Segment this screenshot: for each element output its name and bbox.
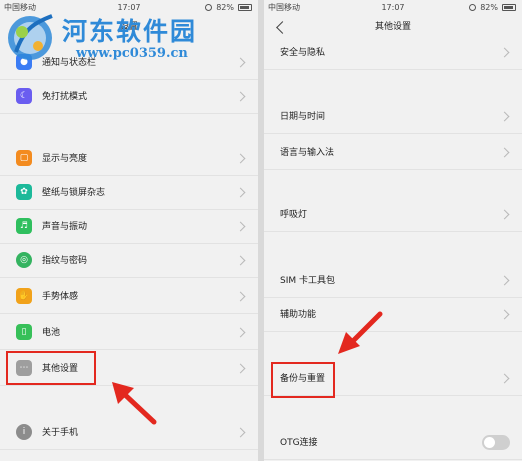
hand-icon: ✋	[16, 288, 32, 304]
chevron-right-icon	[235, 327, 246, 338]
settings-item-display[interactable]: ▢ 显示与亮度	[0, 142, 258, 176]
otg-toggle[interactable]	[482, 435, 510, 450]
settings-item-label: 关于手机	[42, 428, 79, 438]
chevron-right-icon	[499, 309, 510, 320]
settings-item-label: 日期与时间	[280, 112, 326, 122]
settings-item-label: 显示与亮度	[42, 154, 88, 164]
chevron-right-icon	[235, 153, 246, 164]
settings-item-label: 辅助功能	[280, 310, 317, 320]
chevron-right-icon	[235, 255, 246, 266]
chevron-right-icon	[499, 373, 510, 384]
chevron-right-icon	[235, 57, 246, 68]
watermark-url: www.pc0359.cn	[76, 46, 188, 61]
alarm-icon	[469, 4, 477, 11]
arrow-pointer-icon	[112, 382, 157, 425]
settings-item-gestures[interactable]: ✋ 手势体感	[0, 280, 258, 314]
settings-item-otg[interactable]: OTG连接	[264, 426, 522, 460]
battery-percent: 82%	[216, 3, 234, 12]
battery-percent: 82%	[480, 3, 498, 12]
settings-item-breathing-light[interactable]: 呼吸灯	[264, 198, 522, 232]
moon-icon: ☾	[16, 88, 32, 104]
settings-item-label: 呼吸灯	[280, 210, 308, 220]
chevron-right-icon	[235, 291, 246, 302]
fingerprint-icon: ◎	[16, 252, 32, 268]
battery-icon	[502, 4, 516, 11]
speaker-icon: ♬	[16, 218, 32, 234]
settings-item-label: 手势体感	[42, 292, 79, 302]
watermark-title: 河东软件园	[62, 17, 198, 46]
battery-icon	[238, 4, 252, 11]
settings-item-security-privacy[interactable]: 安全与隐私	[264, 36, 522, 70]
settings-item-label: 指纹与密码	[42, 256, 88, 266]
info-icon: i	[16, 424, 32, 440]
settings-item-label: OTG连接	[280, 438, 318, 448]
settings-item-fingerprint[interactable]: ◎ 指纹与密码	[0, 244, 258, 278]
settings-item-label: 声音与振动	[42, 222, 88, 232]
settings-item-label: 电池	[42, 328, 61, 338]
settings-item-date-time[interactable]: 日期与时间	[264, 100, 522, 134]
chevron-right-icon	[235, 187, 246, 198]
flower-icon: ✿	[16, 184, 32, 200]
chevron-right-icon	[235, 363, 246, 374]
watermark: 河东软件园 www.pc0359.cn	[2, 4, 217, 70]
chevron-right-icon	[499, 147, 510, 158]
display-icon: ▢	[16, 150, 32, 166]
settings-item-sim-toolkit[interactable]: SIM 卡工具包	[264, 264, 522, 298]
status-bar: 中国移动 17:07 82%	[264, 0, 522, 15]
settings-item-sound[interactable]: ♬ 声音与振动	[0, 210, 258, 244]
settings-item-label: 语言与输入法	[280, 148, 335, 158]
settings-item-label: 壁纸与锁屏杂志	[42, 188, 106, 198]
chevron-right-icon	[499, 111, 510, 122]
chevron-right-icon	[235, 427, 246, 438]
settings-item-label: 安全与隐私	[280, 48, 326, 58]
settings-item-accessibility[interactable]: 辅助功能	[264, 298, 522, 332]
highlight-box-backup-reset	[271, 362, 335, 398]
settings-item-do-not-disturb[interactable]: ☾ 免打扰模式	[0, 80, 258, 114]
settings-item-label: 免打扰模式	[42, 92, 88, 102]
chevron-right-icon	[235, 221, 246, 232]
chevron-right-icon	[499, 47, 510, 58]
chevron-right-icon	[499, 209, 510, 220]
battery-icon: ▯	[16, 324, 32, 340]
settings-item-language-input[interactable]: 语言与输入法	[264, 136, 522, 170]
settings-item-label: SIM 卡工具包	[280, 276, 335, 286]
chevron-right-icon	[499, 275, 510, 286]
arrow-pointer-icon	[338, 311, 383, 354]
chevron-right-icon	[235, 91, 246, 102]
highlight-box-other-settings	[6, 351, 96, 385]
watermark-logo-icon	[8, 14, 53, 60]
settings-item-battery[interactable]: ▯ 电池	[0, 316, 258, 350]
settings-item-wallpaper[interactable]: ✿ 壁纸与锁屏杂志	[0, 176, 258, 210]
